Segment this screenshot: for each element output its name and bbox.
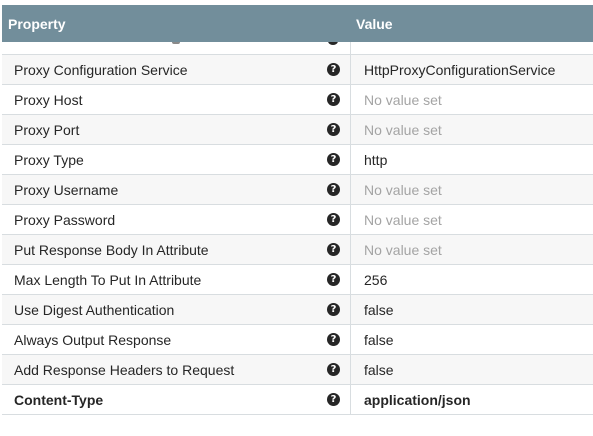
property-name: Proxy Type <box>14 151 84 168</box>
property-cell[interactable]: Proxy Port ? <box>2 115 351 144</box>
property-cell[interactable]: Proxy Host ? <box>2 85 351 114</box>
property-cell[interactable]: Proxy Configuration Service ? <box>2 55 351 84</box>
question-circle-icon[interactable]: ? <box>327 63 340 76</box>
column-header-property[interactable]: Property <box>2 16 351 32</box>
table-row[interactable]: Always Output Response ? false <box>2 325 593 355</box>
table-row[interactable]: Add Response Headers to Request ? false <box>2 355 593 385</box>
question-circle-icon[interactable]: ? <box>327 273 340 286</box>
property-cell[interactable]: Add Response Headers to Request ? <box>2 355 351 384</box>
property-name: Content-Type <box>14 391 104 408</box>
table-row[interactable]: Content-Type ? application/json <box>2 385 593 415</box>
table-body: Proxy Configuration Service ? HttpProxyC… <box>2 55 593 415</box>
question-circle-icon[interactable]: ? <box>327 183 340 196</box>
question-circle-icon[interactable]: ? <box>327 153 340 166</box>
table-row-partial <box>2 42 593 55</box>
property-cell[interactable]: Use Digest Authentication ? <box>2 295 351 324</box>
value-cell[interactable]: false <box>351 355 394 384</box>
question-circle-icon[interactable]: ? <box>327 123 340 136</box>
question-circle-icon[interactable]: ? <box>327 363 340 376</box>
property-name: Always Output Response <box>14 331 172 348</box>
value-cell[interactable]: false <box>351 325 394 354</box>
property-cell[interactable]: Put Response Body In Attribute ? <box>2 235 351 264</box>
value-cell[interactable]: No value set <box>351 235 442 264</box>
property-name: Proxy Password <box>14 211 116 228</box>
value-cell[interactable]: 256 <box>351 265 387 294</box>
property-cell[interactable]: Always Output Response ? <box>2 325 351 354</box>
table-row[interactable]: Proxy Port ? No value set <box>2 115 593 145</box>
question-circle-icon[interactable]: ? <box>327 93 340 106</box>
property-cell[interactable]: Max Length To Put In Attribute ? <box>2 265 351 294</box>
value-cell[interactable]: No value set <box>351 85 442 114</box>
property-name: Proxy Configuration Service <box>14 61 188 78</box>
value-cell[interactable]: false <box>351 295 394 324</box>
truncated-text <box>172 42 180 44</box>
property-cell[interactable]: Proxy Username ? <box>2 175 351 204</box>
value-cell[interactable]: No value set <box>351 115 442 144</box>
table-row[interactable]: Proxy Type ? http <box>2 145 593 175</box>
help-icon-partial <box>328 42 338 45</box>
property-name: Proxy Username <box>14 181 119 198</box>
property-name: Max Length To Put In Attribute <box>14 271 202 288</box>
value-cell[interactable]: HttpProxyConfigurationService <box>351 55 555 84</box>
property-name: Add Response Headers to Request <box>14 361 235 378</box>
table-row[interactable]: Proxy Username ? No value set <box>2 175 593 205</box>
value-cell[interactable]: application/json <box>351 385 471 414</box>
table-row[interactable]: Proxy Host ? No value set <box>2 85 593 115</box>
properties-table: Property Value Proxy Configuration Servi… <box>2 5 593 415</box>
property-name: Proxy Port <box>14 121 80 138</box>
column-header-value[interactable]: Value <box>351 16 393 32</box>
value-cell[interactable]: No value set <box>351 175 442 204</box>
table-row[interactable]: Use Digest Authentication ? false <box>2 295 593 325</box>
property-name: Proxy Host <box>14 91 83 108</box>
table-row[interactable]: Max Length To Put In Attribute ? 256 <box>2 265 593 295</box>
question-circle-icon[interactable]: ? <box>327 333 340 346</box>
value-cell[interactable]: No value set <box>351 205 442 234</box>
property-cell[interactable]: Proxy Type ? <box>2 145 351 174</box>
property-name: Use Digest Authentication <box>14 301 175 318</box>
question-circle-icon[interactable]: ? <box>327 303 340 316</box>
table-row[interactable]: Put Response Body In Attribute ? No valu… <box>2 235 593 265</box>
property-cell[interactable]: Content-Type ? <box>2 385 351 414</box>
question-circle-icon[interactable]: ? <box>327 243 340 256</box>
question-circle-icon[interactable]: ? <box>327 393 340 406</box>
value-cell[interactable]: http <box>351 145 387 174</box>
property-cell[interactable]: Proxy Password ? <box>2 205 351 234</box>
table-row[interactable]: Proxy Configuration Service ? HttpProxyC… <box>2 55 593 85</box>
table-header: Property Value <box>2 5 593 42</box>
question-circle-icon[interactable]: ? <box>327 213 340 226</box>
table-row[interactable]: Proxy Password ? No value set <box>2 205 593 235</box>
property-name: Put Response Body In Attribute <box>14 241 209 258</box>
